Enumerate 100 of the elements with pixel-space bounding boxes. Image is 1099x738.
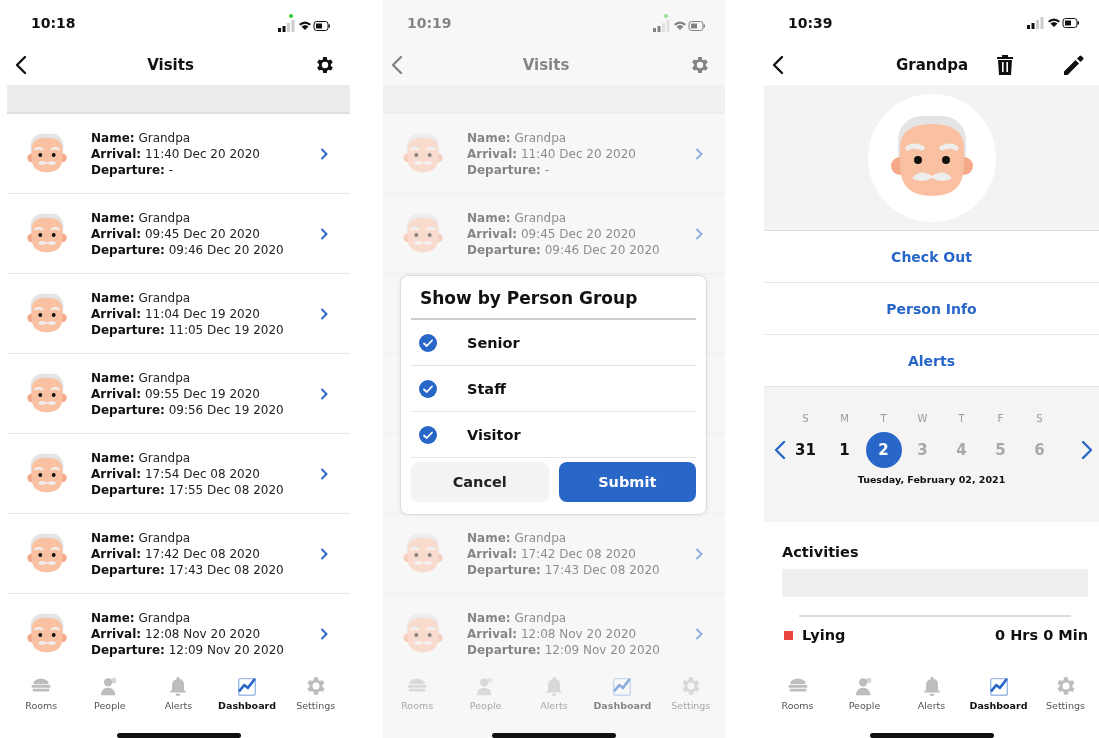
chevron-right-icon[interactable] <box>320 467 328 480</box>
status-time: 10:39 <box>788 14 833 31</box>
name-line: Name: Grandpa <box>467 530 568 545</box>
pencil-icon[interactable] <box>1063 54 1085 76</box>
visit-row[interactable]: Name: Grandpa Arrival: 17:54 Dec 08 2020 Departure: 17:55 Dec 08 2020 <box>7 434 350 514</box>
visit-row[interactable]: Name: Grandpa Arrival: 11:40 Dec 20 2020 Departure: - <box>383 114 725 194</box>
departure-line: Departure: 17:55 Dec 08 2020 <box>91 482 285 497</box>
chevron-left-icon[interactable] <box>774 440 786 460</box>
weekday-label: T <box>880 413 887 424</box>
visit-row[interactable]: Name: Grandpa Arrival: 17:42 Dec 08 2020 Departure: 17:43 Dec 08 2020 <box>7 514 350 594</box>
visit-row[interactable]: Name: Grandpa Arrival: 11:40 Dec 20 2020 Departure: - <box>7 114 350 194</box>
arrival-line: Arrival: 11:40 Dec 20 2020 <box>467 146 637 161</box>
name-line: Name: Grandpa <box>91 130 192 145</box>
section-title: Activities <box>782 544 860 560</box>
departure-line: Departure: 17:43 Dec 08 2020 <box>91 562 285 577</box>
settings-icon[interactable] <box>314 54 336 76</box>
arrival-line: Arrival: 09:55 Dec 19 2020 <box>91 386 261 401</box>
visit-row[interactable]: Name: Grandpa Arrival: 09:45 Dec 20 2020 Departure: 09:46 Dec 20 2020 <box>383 194 725 274</box>
chevron-right-icon[interactable] <box>1081 440 1093 460</box>
chevron-right-icon[interactable] <box>320 627 328 640</box>
visit-row[interactable]: Name: Grandpa Arrival: 12:08 Nov 20 2020 Departure: 12:09 Nov 20 2020 <box>383 594 725 670</box>
name-line: Name: Grandpa <box>91 290 192 305</box>
tab-button[interactable]: Alerts <box>144 674 213 718</box>
option-label: Staff <box>467 380 506 397</box>
departure-line: Departure: 11:05 Dec 19 2020 <box>91 322 285 337</box>
screen-title: Visits <box>147 56 194 74</box>
name-line: Name: Grandpa <box>91 450 192 465</box>
arrival-line: Arrival: 12:08 Nov 20 2020 <box>91 626 262 641</box>
action-link[interactable]: Alerts <box>903 348 960 373</box>
day-button[interactable]: 31 <box>787 432 824 468</box>
weekday-label: S <box>802 413 809 424</box>
tab-button[interactable]: People <box>831 674 898 718</box>
checked-icon[interactable] <box>419 333 437 352</box>
arrival-line: Arrival: 17:42 Dec 08 2020 <box>91 546 261 561</box>
name-line: Name: Grandpa <box>91 210 192 225</box>
name-line: Name: Grandpa <box>467 130 568 145</box>
option-label: Visitor <box>467 426 521 443</box>
option-label: Senior <box>467 334 520 351</box>
departure-line: Departure: 09:46 Dec 20 2020 <box>91 242 285 257</box>
back-icon[interactable] <box>772 55 784 75</box>
selected-date: Tuesday, February 02, 2021 <box>857 474 1006 485</box>
status-time: 10:19 <box>407 14 452 31</box>
tab-button[interactable]: Rooms <box>764 674 831 718</box>
day-button[interactable]: 2 <box>865 432 902 468</box>
visit-row[interactable]: Name: Grandpa Arrival: 11:04 Dec 19 2020 Departure: 11:05 Dec 19 2020 <box>7 274 350 354</box>
action-link[interactable]: Check Out <box>887 244 976 269</box>
cancel-button[interactable]: Cancel <box>411 462 549 502</box>
departure-line: Departure: 12:09 Nov 20 2020 <box>91 642 285 657</box>
trash-icon[interactable] <box>996 55 1015 75</box>
departure-line: Departure: 17:43 Dec 08 2020 <box>467 562 661 577</box>
tab-button[interactable]: Dashboard <box>965 674 1032 718</box>
weekday-label: W <box>917 413 928 424</box>
checked-icon[interactable] <box>419 425 437 444</box>
arrival-line: Arrival: 11:04 Dec 19 2020 <box>91 306 261 321</box>
submit-button[interactable]: Submit <box>558 462 696 502</box>
name-line: Name: Grandpa <box>91 530 192 545</box>
visit-row[interactable]: Name: Grandpa Arrival: 09:55 Dec 19 2020 Departure: 09:56 Dec 19 2020 <box>7 354 350 434</box>
arrival-line: Arrival: 09:45 Dec 20 2020 <box>467 226 637 241</box>
activity-label: Lying <box>802 627 847 643</box>
chevron-right-icon[interactable] <box>320 547 328 560</box>
screen-title: Grandpa <box>896 56 969 74</box>
day-button[interactable]: 1 <box>826 432 863 468</box>
name-line: Name: Grandpa <box>91 610 192 625</box>
chevron-right-icon[interactable] <box>320 147 328 160</box>
departure-line: Departure: - <box>91 162 174 177</box>
departure-line: Departure: 12:09 Nov 20 2020 <box>467 642 661 657</box>
arrival-line: Arrival: 12:08 Nov 20 2020 <box>467 626 638 641</box>
name-line: Name: Grandpa <box>91 370 192 385</box>
chevron-right-icon[interactable] <box>320 307 328 320</box>
arrival-line: Arrival: 17:42 Dec 08 2020 <box>467 546 637 561</box>
visit-row[interactable]: Name: Grandpa Arrival: 12:08 Nov 20 2020 Departure: 12:09 Nov 20 2020 <box>7 594 350 670</box>
arrival-line: Arrival: 11:40 Dec 20 2020 <box>91 146 261 161</box>
arrival-line: Arrival: 09:45 Dec 20 2020 <box>91 226 261 241</box>
arrival-line: Arrival: 17:54 Dec 08 2020 <box>91 466 261 481</box>
departure-line: Departure: - <box>467 162 550 177</box>
tab-button[interactable]: Settings <box>1032 674 1099 718</box>
weekday-label: S <box>1036 413 1043 424</box>
dialog-title: Show by Person Group <box>411 286 696 320</box>
tab-button[interactable]: Rooms <box>7 674 76 718</box>
tab-button[interactable]: Alerts <box>898 674 965 718</box>
visit-row[interactable]: Name: Grandpa Arrival: 09:45 Dec 20 2020 Departure: 09:46 Dec 20 2020 <box>7 194 350 274</box>
action-link[interactable]: Person Info <box>882 296 981 321</box>
chevron-right-icon[interactable] <box>320 227 328 240</box>
weekday-label: M <box>840 413 849 424</box>
departure-line: Departure: 09:56 Dec 19 2020 <box>91 402 285 417</box>
name-line: Name: Grandpa <box>467 210 568 225</box>
checked-icon[interactable] <box>419 379 437 398</box>
tab-button[interactable]: Settings <box>281 674 350 718</box>
weekday-label: F <box>997 413 1004 424</box>
tab-button[interactable]: Dashboard <box>212 674 282 718</box>
departure-line: Departure: 09:46 Dec 20 2020 <box>467 242 661 257</box>
status-time: 10:18 <box>31 14 76 31</box>
chevron-right-icon[interactable] <box>320 387 328 400</box>
tab-button[interactable]: People <box>75 674 145 718</box>
screen-title: Visits <box>522 56 570 74</box>
weekday-label: T <box>958 413 965 424</box>
tab-button[interactable]: Dashboard <box>588 674 657 718</box>
activity-duration: 0 Hrs 0 Min <box>995 627 1088 643</box>
name-line: Name: Grandpa <box>467 610 568 625</box>
back-icon[interactable] <box>15 55 27 75</box>
